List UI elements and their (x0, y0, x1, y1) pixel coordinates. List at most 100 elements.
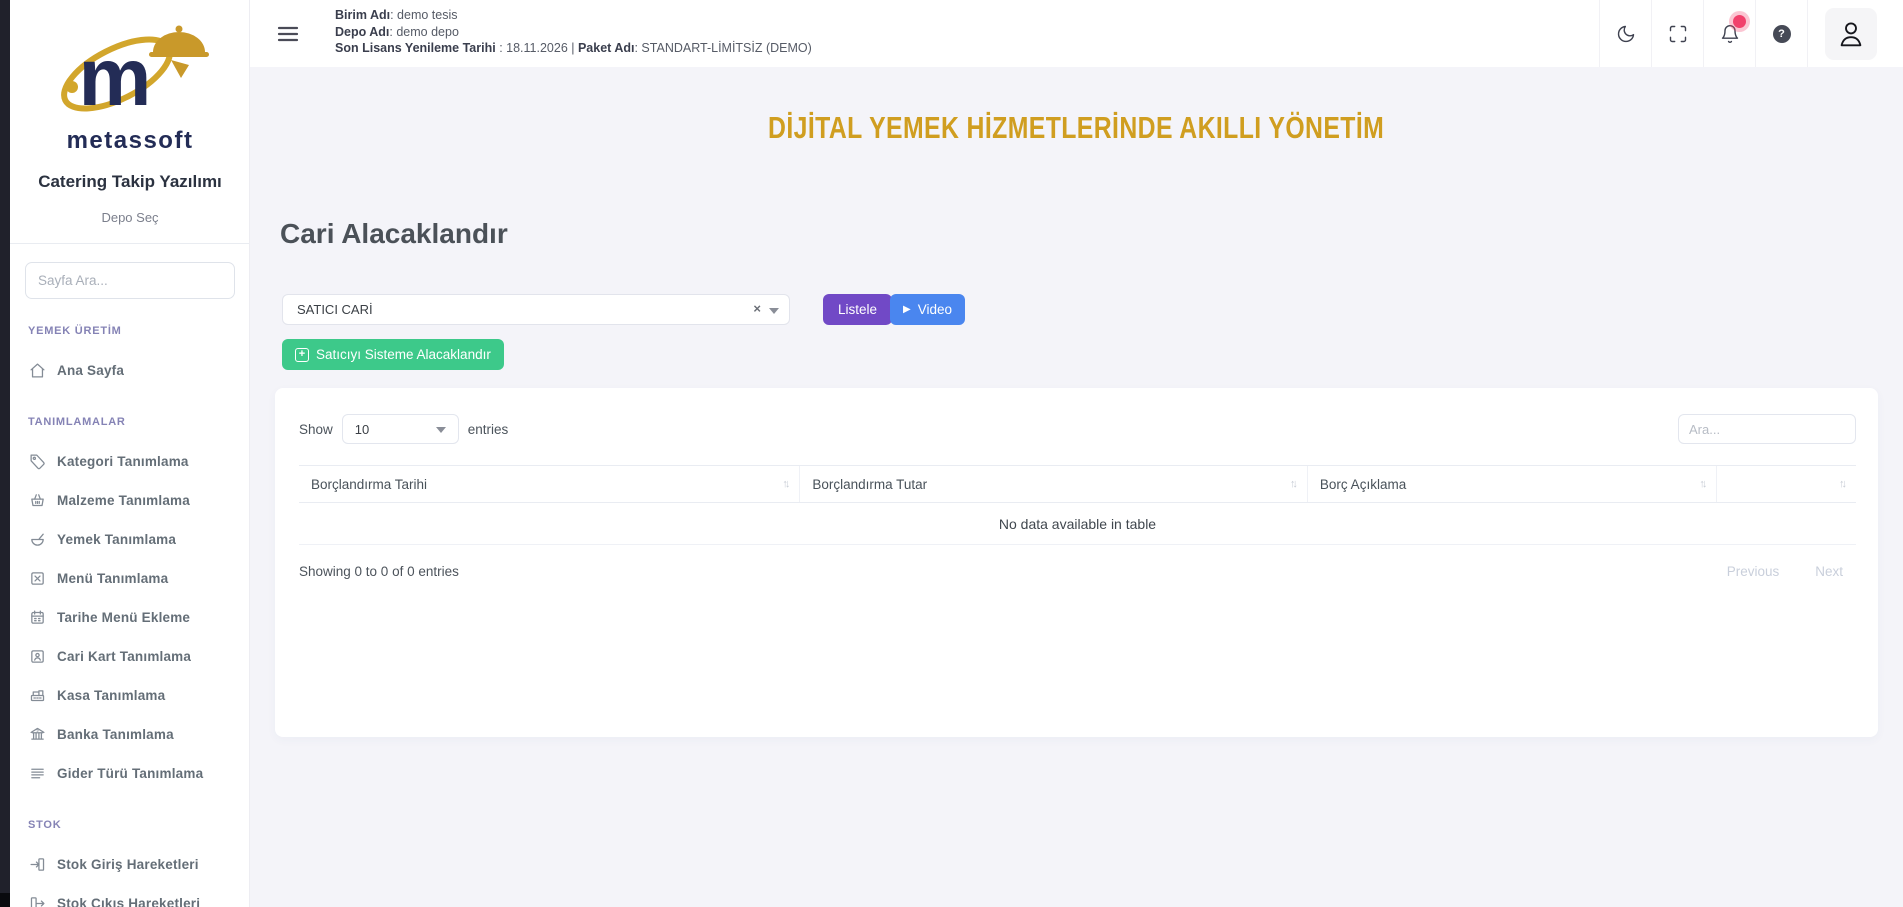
chevron-down-icon (436, 427, 446, 433)
entries-label: entries (468, 422, 509, 437)
previous-page-button[interactable]: Previous (1727, 564, 1780, 579)
sidebar-item-label: Yemek Tanımlama (57, 532, 176, 547)
column-header-borc-aciklama[interactable]: Borç Açıklama ↑↓ (1308, 466, 1717, 502)
notifications-button[interactable] (1703, 0, 1755, 67)
unit-name-value: : demo tesis (390, 8, 457, 22)
sidebar-item-tarihe-menu-ekleme[interactable]: Tarihe Menü Ekleme (10, 598, 250, 637)
brand-name: metassoft (10, 127, 250, 155)
license-date-label: Son Lisans Yenileme Tarihi (335, 41, 496, 55)
calendar-icon (28, 609, 46, 627)
sidebar-item-malzeme-tanimlama[interactable]: Malzeme Tanımlama (10, 481, 250, 520)
home-icon (28, 362, 46, 380)
left-edge-strip-footer (0, 893, 10, 907)
sidebar-item-kasa-tanimlama[interactable]: Kasa Tanımlama (10, 676, 250, 715)
sidebar-item-label: Gider Türü Tanımlama (57, 766, 203, 781)
sidebar-item-yemek-tanimlama[interactable]: Yemek Tanımlama (10, 520, 250, 559)
fullscreen-button[interactable] (1651, 0, 1703, 67)
sidebar-item-gider-turu-tanimlama[interactable]: Gider Türü Tanımlama (10, 754, 250, 793)
list-icon (28, 765, 46, 783)
sidebar-item-label: Menü Tanımlama (57, 571, 168, 586)
alacaklandir-button[interactable]: + Satıcıyı Sisteme Alacaklandır (282, 339, 504, 370)
column-header-actions[interactable]: ↑↓ (1717, 466, 1856, 502)
next-page-button[interactable]: Next (1815, 564, 1843, 579)
svg-text:m: m (79, 32, 152, 123)
sidebar-item-stok-cikis-hareketleri[interactable]: Stok Çıkış Hareketleri (10, 884, 250, 907)
metassoft-logo-icon: m (45, 10, 215, 128)
play-icon: ▶ (903, 305, 911, 315)
table-empty-row: No data available in table (299, 503, 1856, 545)
depot-name-label: Depo Adı (335, 25, 389, 39)
video-button[interactable]: ▶ Video (890, 294, 965, 325)
help-button[interactable]: ? (1755, 0, 1807, 67)
menu-toggle-button[interactable] (276, 22, 300, 46)
main-area: Birim Adı: demo tesis Depo Adı: demo dep… (250, 0, 1903, 907)
sidebar-item-stok-giris-hareketleri[interactable]: Stok Giriş Hareketleri (10, 845, 250, 884)
package-label: Paket Adı (578, 41, 635, 55)
sidebar-item-label: Stok Çıkış Hareketleri (57, 896, 200, 907)
sidebar-item-label: Malzeme Tanımlama (57, 493, 190, 508)
cari-select[interactable]: SATICI CARİ × (282, 294, 790, 325)
column-label: Borçlandırma Tutar (812, 477, 927, 492)
left-edge-strip (0, 0, 10, 893)
pagination: Previous Next (1727, 564, 1843, 579)
page-search-input[interactable] (25, 262, 235, 299)
nav-section-stok: STOK (28, 819, 250, 835)
page-size-select[interactable]: 10 (342, 414, 459, 444)
page-title: Cari Alacaklandır (280, 218, 508, 250)
sidebar-item-label: Stok Giriş Hareketleri (57, 857, 199, 872)
sidebar-item-kategori-tanimlama[interactable]: Kategori Tanımlama (10, 442, 250, 481)
moon-icon (1616, 24, 1636, 44)
table-summary: Showing 0 to 0 of 0 entries (299, 564, 459, 579)
user-icon (1836, 19, 1866, 49)
sidebar-item-label: Ana Sayfa (57, 363, 124, 378)
page-size-value: 10 (355, 422, 369, 437)
brand-subtitle: Catering Takip Yazılımı (10, 172, 250, 192)
banner-title: DİJİTAL YEMEK HİZMETLERİNDE AKILLI YÖNET… (768, 110, 1384, 146)
depo-sec-link[interactable]: Depo Seç (10, 210, 250, 225)
unit-name-line: Birim Adı: demo tesis (335, 7, 812, 24)
contact-card-icon (28, 648, 46, 666)
table-header-row: Borçlandırma Tarihi ↑↓ Borçlandırma Tuta… (299, 465, 1856, 503)
sidebar-item-banka-tanimlama[interactable]: $ Banka Tanımlama (10, 715, 250, 754)
license-info: Birim Adı: demo tesis Depo Adı: demo dep… (335, 7, 812, 57)
column-header-borclandirma-tarihi[interactable]: Borçlandırma Tarihi ↑↓ (299, 466, 800, 502)
sidebar-item-cari-kart-tanimlama[interactable]: Cari Kart Tanımlama (10, 637, 250, 676)
data-table: Borçlandırma Tarihi ↑↓ Borçlandırma Tuta… (299, 465, 1856, 545)
stock-in-icon (28, 856, 46, 874)
menu-card-icon (28, 570, 46, 588)
listele-button[interactable]: Listele (823, 294, 892, 325)
listele-label: Listele (838, 302, 877, 317)
video-label: Video (918, 302, 952, 317)
package-value: : STANDART-LİMİTSİZ (DEMO) (634, 41, 811, 55)
cash-register-icon (28, 687, 46, 705)
dark-mode-button[interactable] (1599, 0, 1651, 67)
brand-logo[interactable]: m metassoft (10, 10, 250, 155)
tag-icon (28, 453, 46, 471)
column-label: Borçlandırma Tarihi (311, 477, 427, 492)
clear-selection-icon[interactable]: × (753, 301, 761, 316)
header-icon-bar: ? (1599, 0, 1893, 67)
column-header-borclandirma-tutar[interactable]: Borçlandırma Tutar ↑↓ (800, 466, 1308, 502)
table-search-input[interactable] (1678, 414, 1856, 444)
license-line: Son Lisans Yenileme Tarihi : 18.11.2026 … (335, 40, 812, 57)
sidebar-item-ana-sayfa[interactable]: Ana Sayfa (10, 351, 250, 390)
svg-text:$: $ (36, 728, 39, 733)
help-icon: ? (1773, 25, 1791, 43)
sidebar-item-menu-tanimlama[interactable]: Menü Tanımlama (10, 559, 250, 598)
sidebar-item-label: Cari Kart Tanımlama (57, 649, 191, 664)
nav-section-tanimlamalar: TANIMLAMALAR (28, 416, 250, 432)
show-label: Show (299, 422, 333, 437)
stock-out-icon (28, 895, 46, 907)
sort-icon: ↑↓ (782, 478, 787, 490)
top-header: Birim Adı: demo tesis Depo Adı: demo dep… (250, 0, 1903, 67)
marketing-banner: DİJİTAL YEMEK HİZMETLERİNDE AKILLI YÖNET… (250, 110, 1903, 146)
sidebar-item-label: Tarihe Menü Ekleme (57, 610, 190, 625)
divider (10, 243, 250, 244)
user-menu-button[interactable] (1807, 0, 1893, 67)
food-bowl-icon (28, 531, 46, 549)
sidebar-item-label: Kasa Tanımlama (57, 688, 165, 703)
page-length-control: Show 10 entries (299, 414, 508, 444)
sidebar-item-label: Banka Tanımlama (57, 727, 174, 742)
depot-name-line: Depo Adı: demo depo (335, 24, 812, 41)
fullscreen-icon (1668, 24, 1688, 44)
